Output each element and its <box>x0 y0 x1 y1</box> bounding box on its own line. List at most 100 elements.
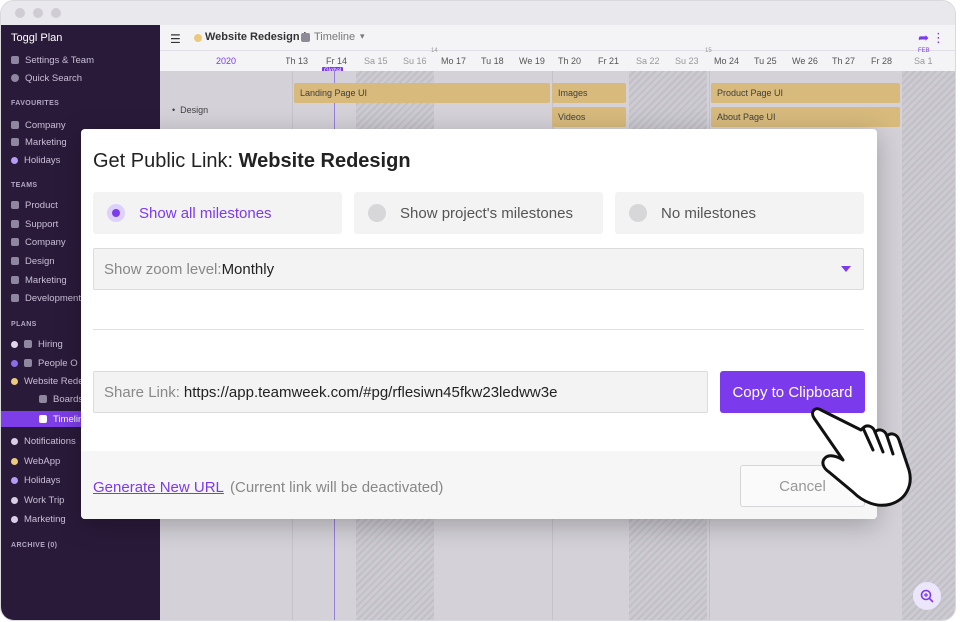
more-icon[interactable]: ⋮ <box>932 30 945 46</box>
sidebar-item-development[interactable]: Development <box>11 291 81 305</box>
plan-dot-icon <box>11 515 18 523</box>
project-breadcrumb[interactable]: Website Redesign / <box>205 31 306 43</box>
plan-dot-icon <box>11 377 18 385</box>
team-icon <box>11 294 19 302</box>
zoom-level-value: Monthly <box>221 260 275 278</box>
board-icon <box>39 395 47 403</box>
plan-dot-icon <box>11 359 18 367</box>
chevron-down-icon[interactable]: ▾ <box>360 31 365 42</box>
day-mo24: Mo 24 <box>714 56 740 66</box>
team-icon <box>11 220 19 228</box>
sidebar-plan-marketing[interactable]: Marketing <box>11 512 66 526</box>
sidebar-item-product[interactable]: Product <box>11 198 58 212</box>
generate-new-url-link[interactable]: Generate New URL <box>93 479 224 496</box>
team-icon <box>11 201 19 209</box>
generate-url-note: (Current link will be deactivated) <box>230 479 444 496</box>
pointer-hand-icon <box>811 407 912 507</box>
radio-selected-icon <box>107 204 125 222</box>
divider <box>93 329 864 330</box>
team-icon <box>11 138 19 146</box>
project-color-dot-icon <box>194 34 202 42</box>
day-fr21: Fr 21 <box>598 56 620 66</box>
share-icon[interactable]: ➦ <box>918 30 929 46</box>
day-sa22: Sa 22 <box>636 56 660 66</box>
zoom-button[interactable] <box>913 582 941 610</box>
week-15-label: 15 <box>705 48 712 54</box>
sidebar-plan-people[interactable]: People O <box>11 356 78 370</box>
radio-icon <box>368 204 386 222</box>
option-all-milestones[interactable]: Show all milestones <box>93 192 342 234</box>
window-titlebar <box>1 1 955 25</box>
sidebar-item-marketing-team[interactable]: Marketing <box>11 273 67 287</box>
plan-dot-icon <box>11 156 18 164</box>
menu-icon[interactable]: ☰ <box>170 32 181 46</box>
day-tu18: Tu 18 <box>481 56 504 66</box>
zoom-level-select[interactable]: Show zoom level: Monthly <box>93 248 864 290</box>
window-maximize-dot[interactable] <box>51 8 61 18</box>
sidebar-plan-worktrip[interactable]: Work Trip <box>11 493 64 507</box>
modal-title: Get Public Link: Website Redesign <box>93 150 411 172</box>
zoom-level-label: Show zoom level: <box>104 260 222 278</box>
sidebar-search[interactable]: Quick Search <box>11 71 82 85</box>
day-su16: Su 16 <box>403 56 427 66</box>
timeline-icon <box>39 415 47 423</box>
plan-dot-icon <box>11 476 18 484</box>
zoom-in-icon <box>920 589 934 603</box>
day-th27: Th 27 <box>832 56 856 66</box>
chevron-down-icon <box>841 266 851 272</box>
sidebar-settings[interactable]: Settings & Team <box>11 53 94 67</box>
sidebar-plan-timeline[interactable]: Timelin <box>39 412 83 426</box>
sidebar-item-company[interactable]: Company <box>11 118 66 132</box>
share-link-field[interactable]: Share Link: https://app.teamweek.com/#pg… <box>93 371 708 413</box>
sidebar-item-design[interactable]: Design <box>11 254 55 268</box>
teams-heading: TEAMS <box>11 182 38 189</box>
day-th20: Th 20 <box>558 56 582 66</box>
sidebar-item-holidays[interactable]: Holidays <box>11 153 60 167</box>
week-14-label: 14 <box>431 48 438 54</box>
sidebar-plan-website[interactable]: Website Rede <box>11 374 84 388</box>
timeline-icon <box>301 33 310 42</box>
board-icon <box>24 359 32 367</box>
modal-project-name: Website Redesign <box>238 150 411 172</box>
day-th13: Th 13 <box>286 56 308 66</box>
day-we19: We 19 <box>519 56 545 66</box>
plan-dot-icon <box>11 457 18 465</box>
year-label: 2020 <box>216 56 237 66</box>
share-link-url[interactable]: https://app.teamweek.com/#pg/rflesiwn45f… <box>184 384 558 401</box>
plan-dot-icon <box>11 340 18 348</box>
month-feb-label: FEB <box>918 48 930 54</box>
timeline-topbar: ☰ Website Redesign / Timeline ▾ ➦ ⋮ <box>160 25 955 51</box>
view-selector[interactable]: Timeline <box>314 31 355 43</box>
timeline-days-header: 2020 Th 13 Fr 14 Sa 15 14 Su 16 Mo 17 Tu… <box>160 48 955 75</box>
day-su23: Su 23 <box>675 56 699 66</box>
day-sa15: Sa 15 <box>364 56 388 66</box>
day-mo17: Mo 17 <box>441 56 467 66</box>
sidebar-item-support[interactable]: Support <box>11 217 58 231</box>
public-link-modal: Get Public Link: Website Redesign Show a… <box>81 129 877 519</box>
sidebar-plan-hiring[interactable]: Hiring <box>11 337 63 351</box>
option-no-milestones[interactable]: No milestones <box>615 192 864 234</box>
day-we26: We 26 <box>792 56 818 66</box>
window-minimize-dot[interactable] <box>33 8 43 18</box>
option-project-milestones[interactable]: Show project's milestones <box>354 192 603 234</box>
day-fr14: Fr 14 <box>326 56 348 66</box>
archive-heading[interactable]: ARCHIVE (0) <box>11 542 57 549</box>
share-link-label: Share Link: <box>104 383 180 401</box>
workspace-name[interactable]: Toggl Plan <box>11 32 62 44</box>
plans-heading: PLANS <box>11 321 37 328</box>
plan-dot-icon <box>11 437 18 445</box>
sidebar-plan-webapp[interactable]: WebApp <box>11 454 60 468</box>
sidebar-plan-holidays[interactable]: Holidays <box>11 473 60 487</box>
team-icon <box>11 276 19 284</box>
sidebar-plan-notifications[interactable]: Notifications <box>11 434 76 448</box>
sidebar-plan-boards[interactable]: Boards <box>39 392 83 406</box>
team-icon <box>11 121 19 129</box>
sidebar-item-marketing[interactable]: Marketing <box>11 135 67 149</box>
plan-dot-icon <box>11 496 18 504</box>
day-tu25: Tu 25 <box>754 56 777 66</box>
sidebar-item-company-team[interactable]: Company <box>11 235 66 249</box>
team-icon <box>11 257 19 265</box>
search-icon <box>11 74 19 82</box>
window-close-dot[interactable] <box>15 8 25 18</box>
wrench-icon <box>11 56 19 64</box>
